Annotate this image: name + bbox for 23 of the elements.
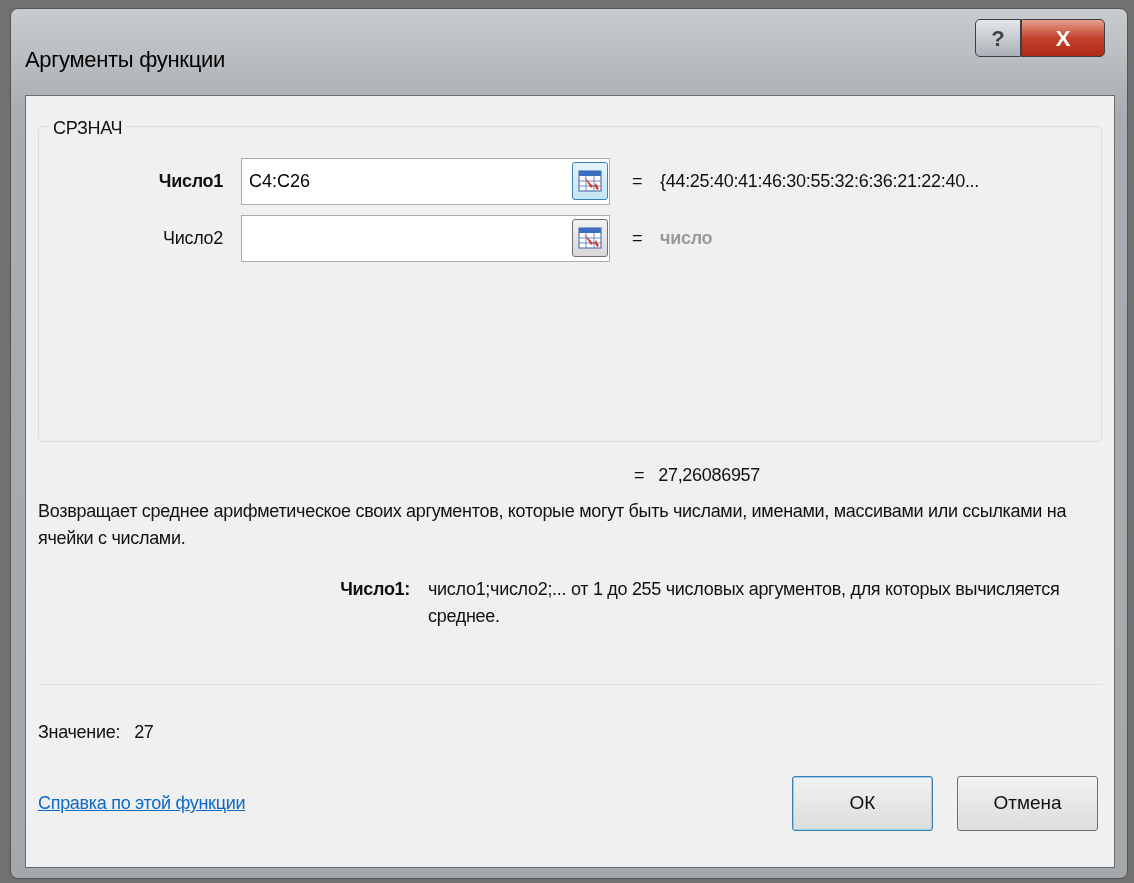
- argument-field[interactable]: [241, 215, 610, 262]
- equals-sign: =: [632, 227, 644, 250]
- help-button[interactable]: ?: [975, 19, 1021, 57]
- argument-label: Число1: [157, 170, 224, 193]
- range-picker-button[interactable]: [572, 219, 608, 257]
- equals-sign: =: [634, 464, 645, 487]
- argument-label: Число2: [162, 227, 224, 250]
- argument-description: число1;число2;... от 1 до 255 числовых аргументов, для которых вычисляется среднее.: [428, 578, 1061, 628]
- argument-field[interactable]: C4:C26: [241, 158, 610, 205]
- equals-sign: =: [632, 170, 644, 193]
- formula-result: 27,26086957: [658, 464, 761, 487]
- function-description: Возвращает среднее арифметическое своих аргументов, которые могут быть числами, именами, массивами или ссылками на ячейки с числами.: [38, 500, 1068, 550]
- value-text: 27: [134, 721, 154, 744]
- value-label: Значение:: [38, 721, 121, 744]
- argument-name: Число1:: [339, 578, 411, 601]
- help-link[interactable]: Справка по этой функции: [38, 790, 246, 817]
- window-title: Аргументы функции: [25, 46, 225, 74]
- argument-type-hint: число: [660, 227, 713, 250]
- close-button[interactable]: X: [1021, 19, 1105, 57]
- cancel-button[interactable]: Отмена: [957, 776, 1098, 831]
- range-picker-button[interactable]: [572, 162, 608, 200]
- ok-button[interactable]: ОК: [792, 776, 933, 831]
- argument-result: {44:25:40:41:46:30:55:32:6:36:21:22:40...: [660, 170, 979, 193]
